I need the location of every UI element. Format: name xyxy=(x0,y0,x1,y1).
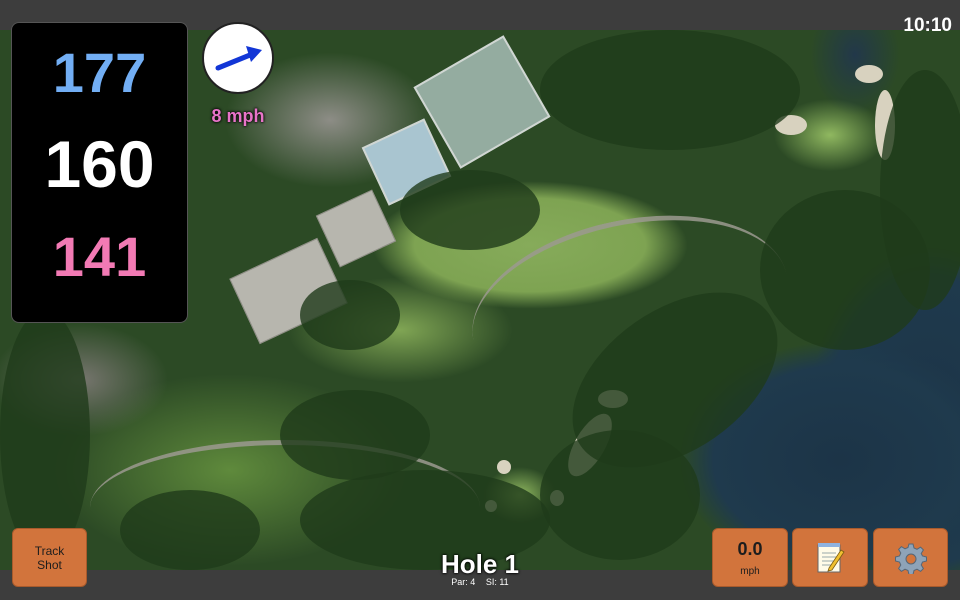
hole-par: Par: 4 xyxy=(451,577,476,587)
notes-button[interactable] xyxy=(792,528,868,587)
front-distance: 141 xyxy=(52,225,147,288)
gear-icon xyxy=(894,543,927,574)
tree-cluster xyxy=(880,70,960,310)
tree-cluster xyxy=(540,430,700,560)
wind-direction-indicator xyxy=(202,22,274,94)
distance-panel: 177 160 141 xyxy=(11,22,188,323)
settings-button[interactable] xyxy=(873,528,948,587)
speed-button[interactable]: 0.0 mph xyxy=(712,528,788,587)
back-distance: 177 xyxy=(52,41,147,104)
wind-speed: 8 mph xyxy=(211,106,265,126)
tree-cluster xyxy=(280,390,430,480)
speed-value: 0.0 xyxy=(737,538,763,559)
middle-distance: 160 xyxy=(44,127,155,201)
tree-cluster xyxy=(0,310,90,560)
tree-cluster xyxy=(120,490,260,570)
tree-cluster xyxy=(400,170,540,250)
clock: 10:10 xyxy=(903,15,952,36)
bunker xyxy=(497,460,511,474)
track-shot-label: Track Shot xyxy=(34,543,65,572)
hole-title: Hole 1 xyxy=(440,549,520,579)
clubhouse-wing xyxy=(315,189,397,268)
speed-unit: mph xyxy=(740,565,760,577)
bunker xyxy=(855,65,883,83)
hole-info: Par: 4 SI: 11 xyxy=(380,577,580,587)
tree-cluster xyxy=(300,280,400,350)
hole-stroke-index: SI: 11 xyxy=(485,577,509,587)
track-shot-button[interactable]: Track Shot xyxy=(12,528,87,587)
wind-arrow-icon xyxy=(215,46,262,71)
notepad-icon xyxy=(817,542,845,572)
tree-cluster xyxy=(540,30,800,150)
